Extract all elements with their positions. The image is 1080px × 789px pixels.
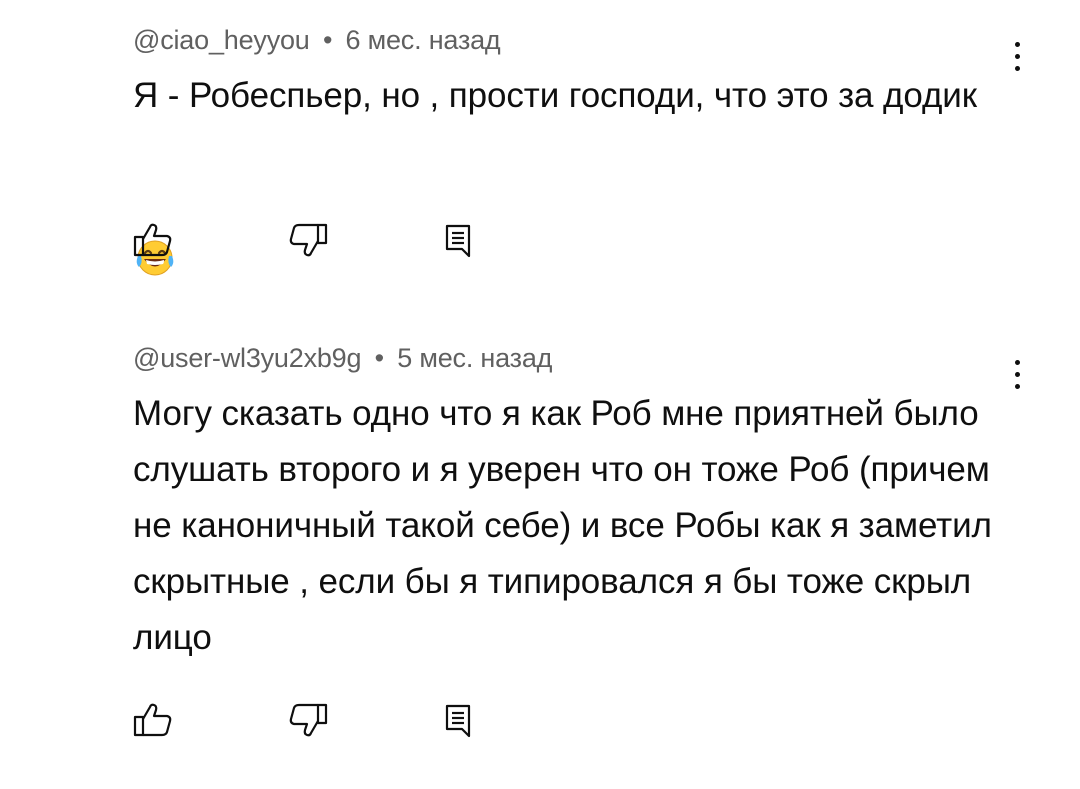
comment-item: @ciao_heyyou • 6 мес. назад Я - Робеспье…	[133, 20, 1020, 345]
comment-text: Могу сказать одно что я как Роб мне прия…	[133, 394, 1002, 657]
meta-separator: •	[322, 25, 333, 55]
like-button[interactable]	[133, 220, 185, 260]
meta-separator: •	[374, 343, 384, 373]
thumb-up-icon	[133, 703, 172, 737]
reply-button[interactable]	[443, 700, 495, 740]
reply-button[interactable]	[443, 220, 495, 260]
dislike-button[interactable]	[288, 700, 340, 740]
more-vert-icon	[1014, 41, 1020, 47]
comment-time[interactable]: 6 мес. назад	[346, 25, 501, 55]
comment-item: @user-wl3yu2xb9g • 5 мес. назад Могу ска…	[133, 338, 1020, 738]
comment-meta: @ciao_heyyou • 6 мес. назад	[133, 20, 1013, 60]
more-options-button[interactable]	[1007, 34, 1027, 78]
like-button[interactable]	[133, 700, 185, 740]
comment-time[interactable]: 5 мес. назад	[397, 343, 552, 373]
thumb-up-icon	[133, 223, 172, 257]
reply-icon	[445, 704, 471, 738]
comment-author[interactable]: @ciao_heyyou	[133, 25, 310, 55]
comment-meta: @user-wl3yu2xb9g • 5 мес. назад	[133, 338, 1013, 378]
thumb-down-icon	[289, 703, 328, 737]
comment-actions	[133, 700, 495, 740]
reply-icon	[445, 224, 471, 258]
comment-text: Я - Робеспьер, но , прости господи, что …	[133, 68, 1013, 345]
thumb-down-icon	[289, 223, 328, 257]
comment-author[interactable]: @user-wl3yu2xb9g	[133, 343, 362, 373]
more-vert-icon-dot	[1014, 383, 1020, 389]
comment-text-content: Я - Робеспьер, но , прости господи, что …	[133, 76, 977, 115]
comment-actions	[133, 220, 495, 260]
more-vert-icon-dot	[1014, 371, 1020, 377]
more-vert-icon-dot	[1014, 53, 1020, 59]
laughing-tears-emoji-icon	[133, 124, 177, 276]
more-vert-icon	[1014, 359, 1020, 365]
dislike-button[interactable]	[288, 220, 340, 260]
more-options-button[interactable]	[1007, 352, 1027, 396]
more-vert-icon-dot	[1014, 65, 1020, 71]
